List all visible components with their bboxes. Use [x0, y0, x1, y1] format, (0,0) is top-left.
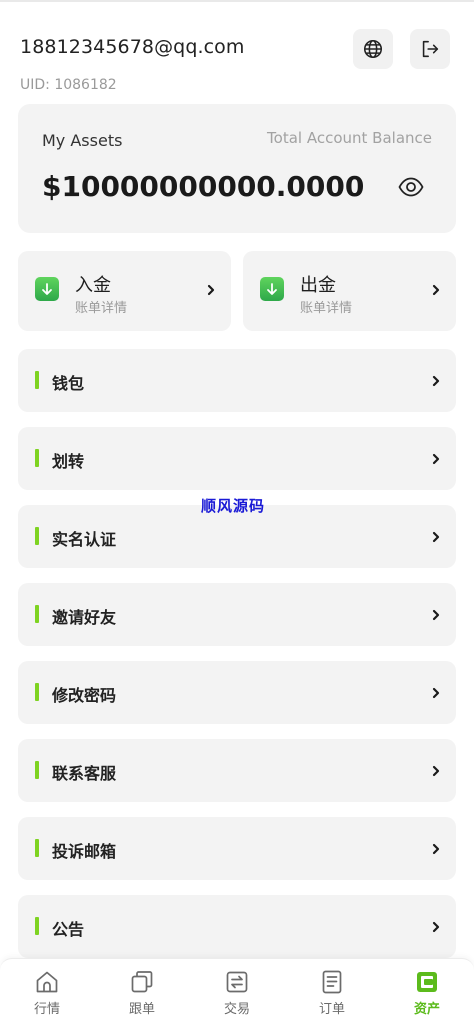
withdraw-card[interactable]: 出金 账单详情 [243, 251, 456, 331]
tab-label: 跟单 [128, 1002, 155, 1017]
menu-item-announcement[interactable]: 公告 [18, 895, 456, 958]
assets-label: My Assets [42, 131, 123, 150]
chevron-right-icon [432, 609, 440, 621]
deposit-title: 入金 [75, 275, 111, 296]
tab-trade[interactable]: 交易 [207, 969, 267, 1017]
menu-item-label: 邀请好友 [52, 608, 117, 627]
logout-icon [422, 40, 439, 58]
menu-item-invite-friends[interactable]: 邀请好友 [18, 583, 456, 646]
tab-label: 交易 [223, 1002, 250, 1017]
menu-item-label: 投诉邮箱 [52, 842, 117, 861]
deposit-subtitle: 账单详情 [75, 301, 128, 316]
tab-market[interactable]: 行情 [17, 969, 77, 1017]
accent-bar [35, 761, 39, 779]
copy-icon [131, 971, 153, 993]
chevron-right-icon [432, 284, 440, 296]
balance-amount: $10000000000.0000 [42, 170, 365, 203]
document-icon [322, 970, 342, 994]
bottom-tab-bar: 行情 跟单 交易 订单 资产 [0, 958, 474, 1024]
user-uid: UID: 1086182 [20, 77, 117, 93]
exchange-icon [226, 971, 248, 993]
chevron-right-icon [432, 843, 440, 855]
tab-assets[interactable]: 资产 [397, 969, 457, 1017]
total-balance-label: Total Account Balance [267, 129, 432, 147]
top-divider [0, 0, 474, 2]
menu-item-complaint-email[interactable]: 投诉邮箱 [18, 817, 456, 880]
accent-bar [35, 449, 39, 467]
accent-bar [35, 527, 39, 545]
watermark-text: 顺风源码 [201, 497, 266, 515]
assets-card: My Assets Total Account Balance $1000000… [18, 104, 456, 233]
tab-label: 行情 [33, 1002, 60, 1017]
menu-item-wallet[interactable]: 钱包 [18, 349, 456, 412]
globe-icon [363, 39, 383, 59]
eye-icon[interactable] [398, 176, 424, 198]
accent-bar [35, 683, 39, 701]
menu-item-label: 联系客服 [52, 764, 117, 783]
chevron-right-icon [432, 921, 440, 933]
menu-item-change-password[interactable]: 修改密码 [18, 661, 456, 724]
menu-item-customer-service[interactable]: 联系客服 [18, 739, 456, 802]
chevron-right-icon [432, 687, 440, 699]
wallet-icon [417, 972, 437, 992]
chevron-right-icon [207, 284, 215, 296]
accent-bar [35, 371, 39, 389]
chevron-right-icon [432, 375, 440, 387]
tab-orders[interactable]: 订单 [302, 969, 362, 1017]
accent-bar [35, 605, 39, 623]
chevron-right-icon [432, 765, 440, 777]
tab-copy-trade[interactable]: 跟单 [112, 969, 172, 1017]
menu-item-label: 修改密码 [52, 686, 117, 705]
deposit-icon [35, 277, 59, 301]
deposit-card[interactable]: 入金 账单详情 [18, 251, 231, 331]
user-email: 18812345678@qq.com [20, 36, 245, 58]
withdraw-title: 出金 [300, 275, 336, 296]
accent-bar [35, 917, 39, 935]
accent-bar [35, 839, 39, 857]
assets-page: 18812345678@qq.com UID: 1086182 My Asset… [0, 0, 474, 1024]
menu-item-transfer[interactable]: 划转 [18, 427, 456, 490]
chevron-right-icon [432, 453, 440, 465]
tab-label: 订单 [318, 1002, 345, 1017]
logout-button[interactable] [410, 29, 450, 69]
menu-item-label: 划转 [52, 452, 85, 471]
menu-item-label: 公告 [52, 920, 85, 939]
withdraw-icon [260, 277, 284, 301]
withdraw-subtitle: 账单详情 [300, 301, 353, 316]
menu-item-label: 实名认证 [52, 530, 117, 549]
tab-label: 资产 [413, 1002, 440, 1017]
chevron-right-icon [432, 531, 440, 543]
menu-item-label: 钱包 [52, 374, 85, 393]
home-icon [36, 971, 58, 993]
language-button[interactable] [353, 29, 393, 69]
